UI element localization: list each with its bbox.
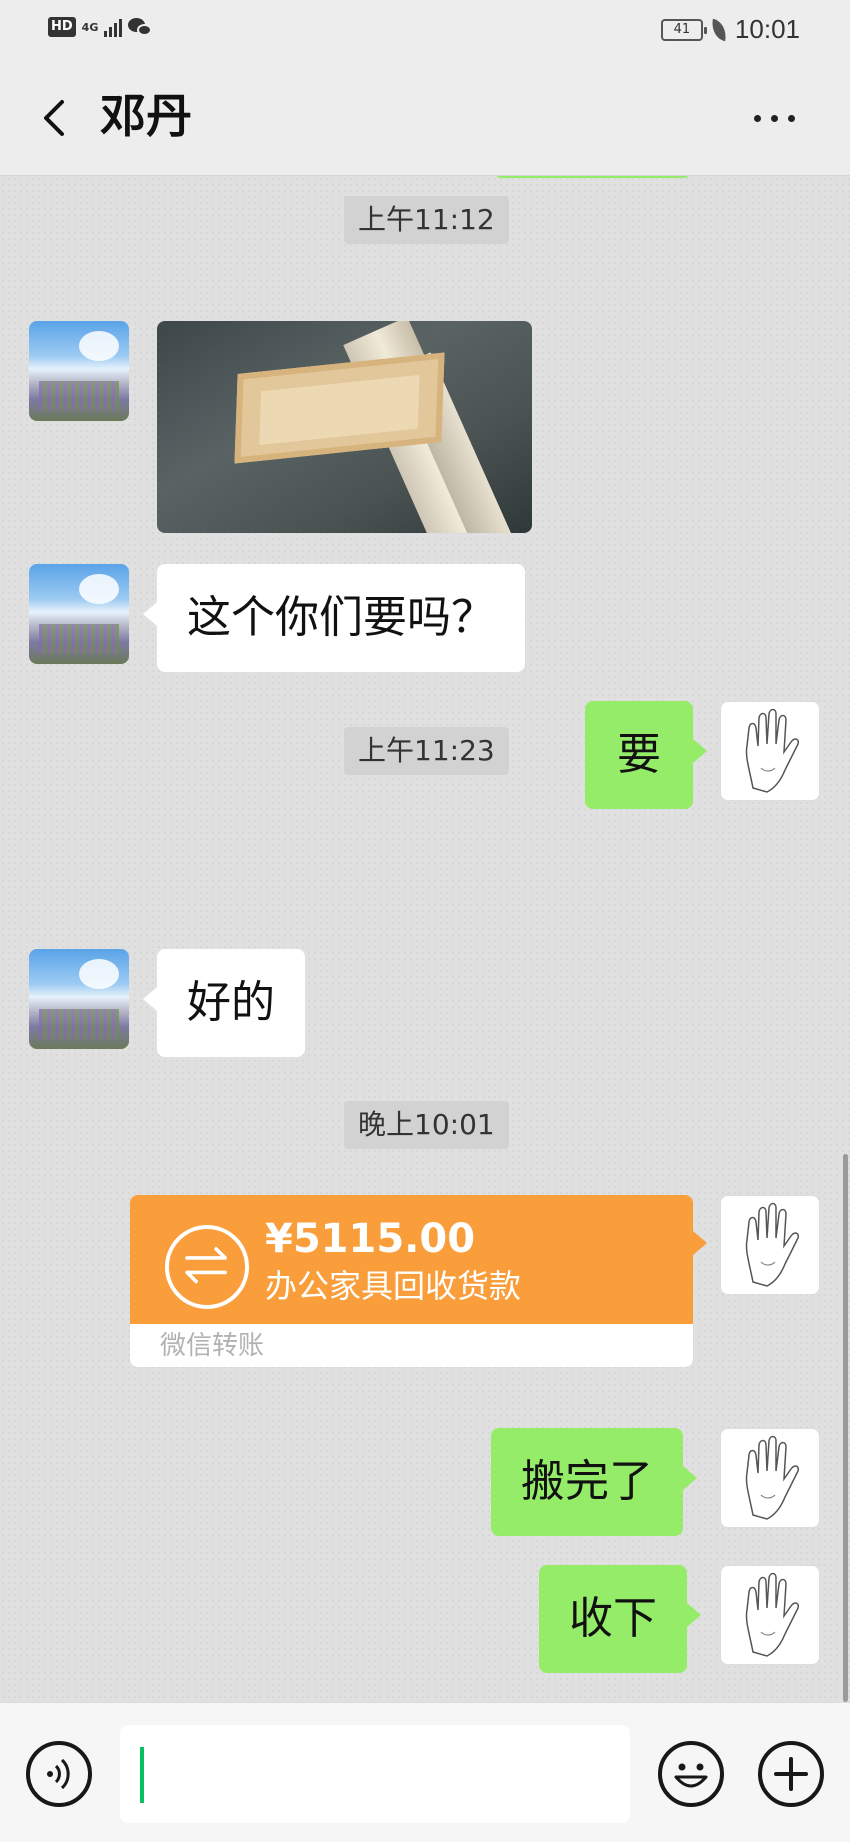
scrollbar[interactable] xyxy=(843,1154,848,1702)
transfer-note: 办公家具回收货款 xyxy=(265,1267,522,1305)
back-arrow-icon[interactable] xyxy=(38,98,74,138)
transfer-bubble-tail xyxy=(693,1231,707,1255)
contact-avatar[interactable] xyxy=(29,564,129,664)
hand-drawing-icon xyxy=(745,1572,800,1657)
status-time: 10:01 xyxy=(734,14,800,44)
transfer-card-footer: 微信转账 xyxy=(130,1324,693,1367)
more-icon[interactable] xyxy=(754,106,804,130)
transfer-label: 微信转账 xyxy=(160,1331,265,1361)
status-right: 41 10:01 xyxy=(660,14,800,45)
timestamp: 上午11:23 xyxy=(344,727,509,775)
transfer-card-header: ¥5115.00 办公家具回收货款 xyxy=(130,1195,693,1324)
my-avatar[interactable] xyxy=(720,1428,820,1528)
transfer-card[interactable]: ¥5115.00 办公家具回收货款 微信转账 xyxy=(130,1195,693,1367)
timestamp: 上午11:12 xyxy=(344,196,509,244)
my-avatar[interactable] xyxy=(720,701,820,801)
chat-header: 邓丹 xyxy=(0,58,850,176)
my-avatar[interactable] xyxy=(720,1565,820,1665)
received-message[interactable]: 这个你们要吗？ xyxy=(143,564,525,672)
text-cursor xyxy=(140,1747,144,1803)
message-input[interactable] xyxy=(120,1725,630,1823)
power-saving-leaf-icon xyxy=(709,18,729,41)
hand-drawing-icon xyxy=(745,1202,800,1287)
sent-message[interactable]: 要 xyxy=(585,701,707,809)
emoji-icon[interactable] xyxy=(658,1741,724,1807)
battery-icon: 41 xyxy=(660,18,707,41)
hand-drawing-icon xyxy=(745,1435,800,1520)
sent-message[interactable]: 收下 xyxy=(539,1565,701,1673)
sent-message[interactable]: 搬完了 xyxy=(491,1428,697,1536)
my-avatar[interactable] xyxy=(720,1195,820,1295)
plus-icon[interactable] xyxy=(758,1741,824,1807)
chat-title: 邓丹 xyxy=(100,89,192,143)
network-label: 4G xyxy=(81,20,99,34)
contact-avatar[interactable] xyxy=(29,321,129,421)
contact-avatar[interactable] xyxy=(29,949,129,1049)
input-bar xyxy=(0,1702,850,1842)
status-bar: HD 4G 41 10:01 xyxy=(0,0,850,58)
transfer-amount: ¥5115.00 xyxy=(265,1216,476,1262)
voice-icon[interactable] xyxy=(26,1741,92,1807)
status-left: HD 4G xyxy=(48,16,154,38)
signal-icon xyxy=(104,17,123,37)
hand-drawing-icon xyxy=(745,708,800,793)
wechat-notification-icon xyxy=(128,16,154,38)
battery-level: 41 xyxy=(673,22,691,37)
timestamp: 晚上10:01 xyxy=(344,1101,509,1149)
photo-message[interactable] xyxy=(157,321,532,533)
partial-sent-bubble xyxy=(495,176,690,178)
hd-badge: HD xyxy=(48,17,76,37)
transfer-arrows-icon xyxy=(165,1225,249,1309)
received-message[interactable]: 好的 xyxy=(143,949,305,1057)
